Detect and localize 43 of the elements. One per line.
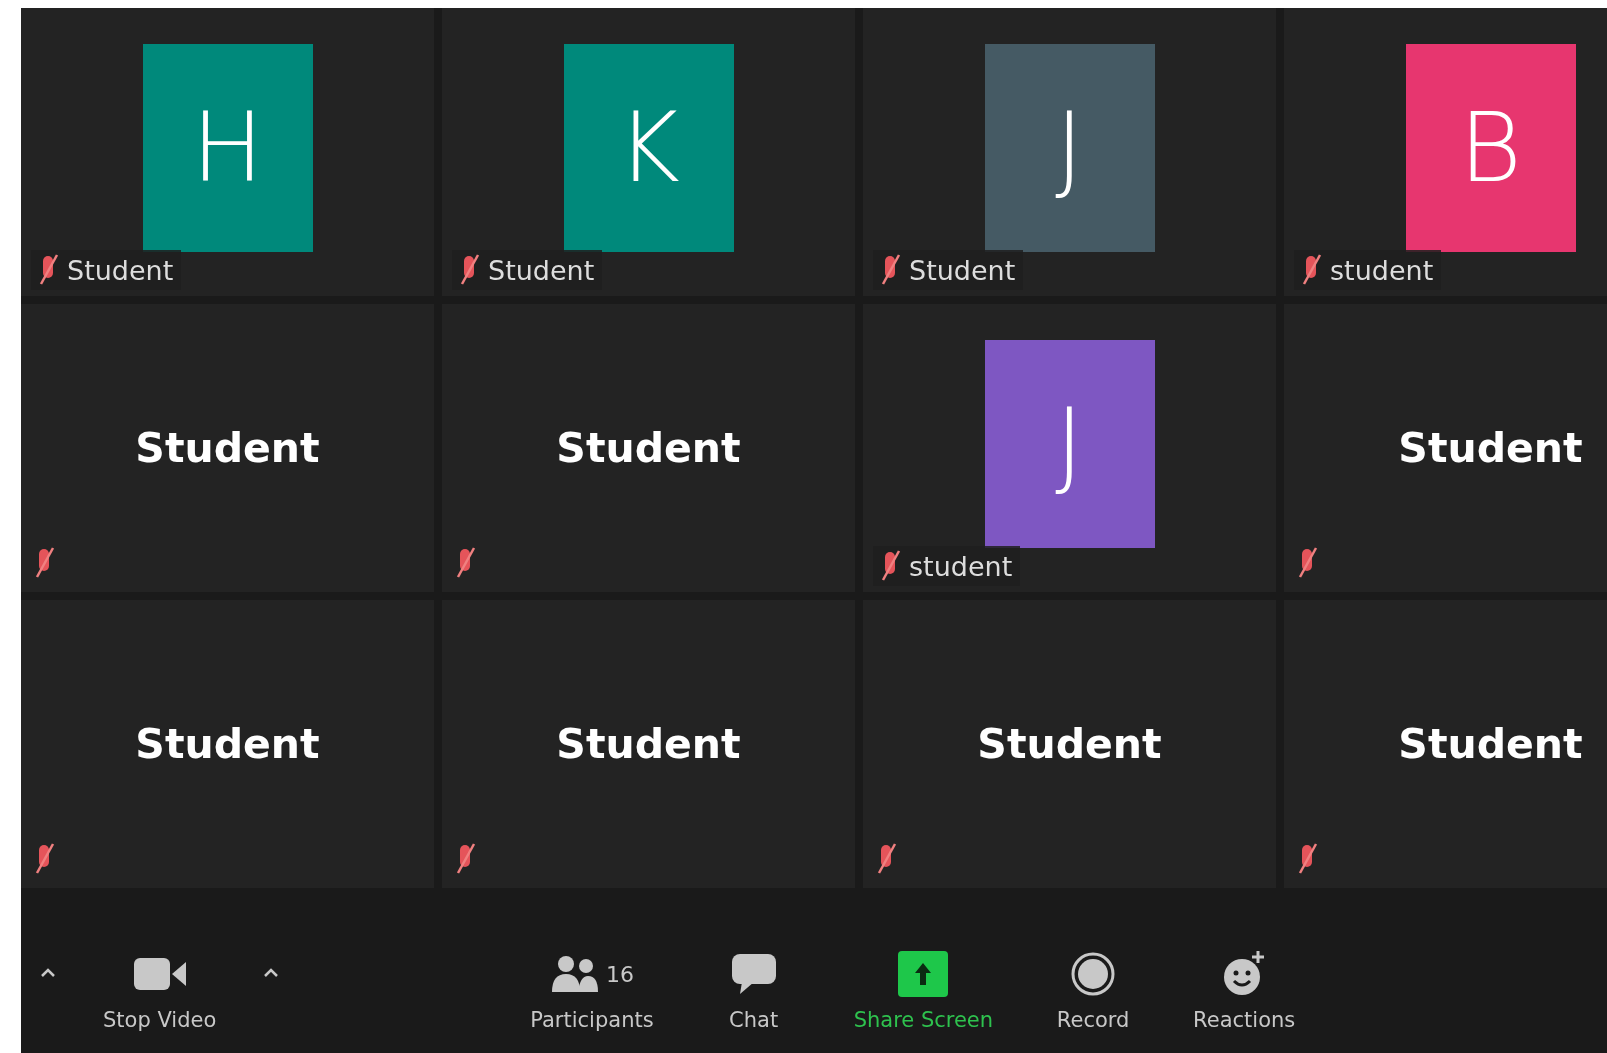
smiley-plus-icon (1222, 951, 1267, 997)
muted-microphone-icon (879, 253, 903, 287)
avatar-square: B (1405, 44, 1576, 252)
participant-count: 16 (605, 961, 634, 987)
reactions-button[interactable]: Reactions (1193, 950, 1296, 1032)
muted-microphone-icon (1300, 253, 1324, 287)
participant-name: Student (452, 250, 603, 290)
avatar-square: J (984, 44, 1155, 252)
people-icon (549, 954, 600, 994)
participant-name: Student (556, 720, 741, 768)
muted-microphone-icon (454, 842, 478, 876)
participant-name: student (873, 546, 1021, 586)
muted-microphone-icon (33, 842, 57, 876)
participant-name: student (1294, 250, 1442, 290)
record-icon (1071, 952, 1116, 996)
avatar-square: J (984, 340, 1155, 548)
participants-button[interactable]: 16 Participants (530, 950, 654, 1032)
muted-microphone-icon (1296, 842, 1320, 876)
muted-microphone-icon (33, 546, 57, 580)
participant-name: Student (1398, 424, 1583, 472)
share-screen-icon (898, 951, 949, 997)
video-button[interactable]: Stop Video (103, 950, 217, 1032)
muted-microphone-icon (458, 253, 482, 287)
participant-name: Student (31, 250, 182, 290)
avatar-square: H (142, 44, 313, 252)
avatar-square: K (563, 44, 734, 252)
speech-bubble-icon (731, 952, 776, 996)
muted-microphone-icon (1296, 546, 1320, 580)
muted-microphone-icon (875, 842, 899, 876)
muted-microphone-icon (454, 546, 478, 580)
participant-name: Student (135, 424, 320, 472)
participant-name: Student (977, 720, 1162, 768)
participant-name: Student (1398, 720, 1583, 768)
participant-name: Student (135, 720, 320, 768)
video-camera-icon (133, 956, 186, 992)
chat-button[interactable]: Chat (713, 950, 794, 1032)
participant-name: Student (873, 250, 1024, 290)
participant-name: Student (556, 424, 741, 472)
record-button[interactable]: Record (1053, 950, 1134, 1032)
muted-microphone-icon (37, 253, 61, 287)
muted-microphone-icon (879, 549, 903, 583)
share-button[interactable]: Share Screen (853, 950, 994, 1032)
options-caret-button[interactable] (39, 966, 57, 978)
